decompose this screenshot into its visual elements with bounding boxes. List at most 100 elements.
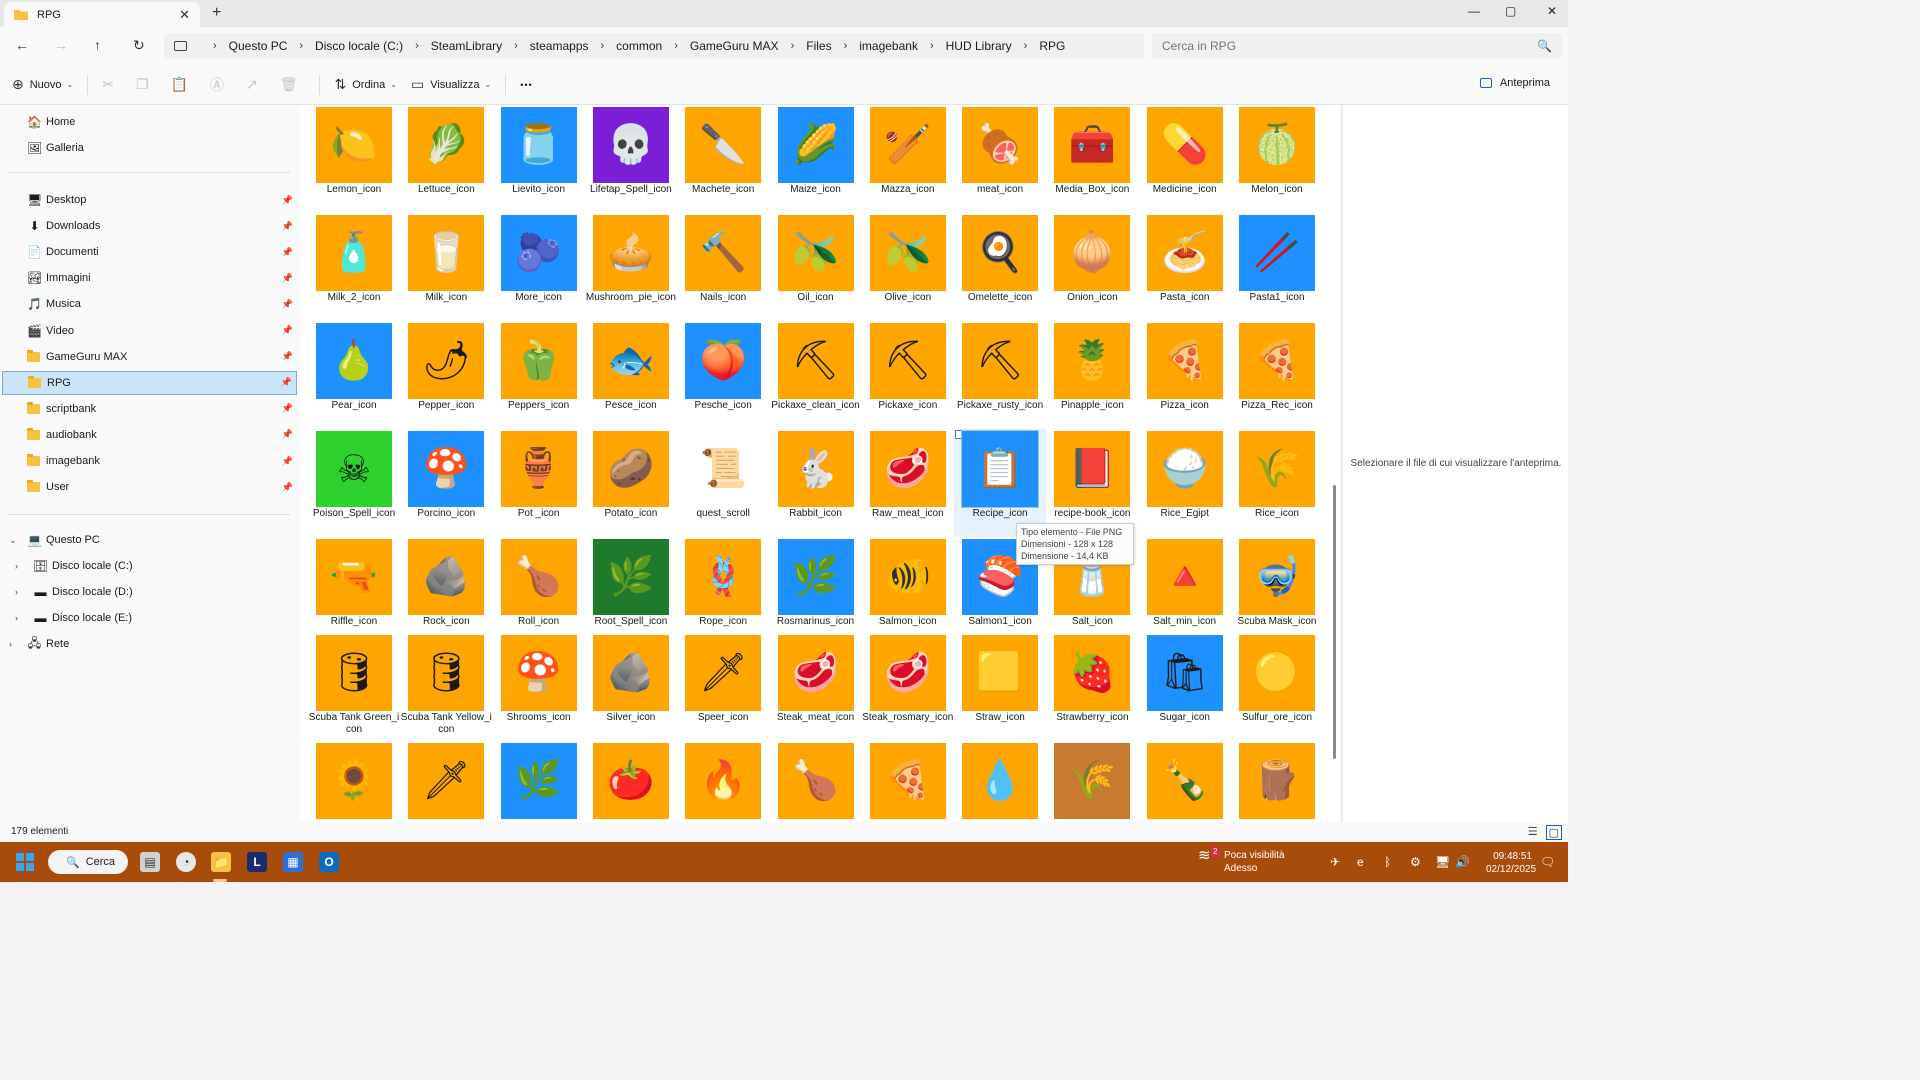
file-item[interactable]: 🫑 Peppers_icon	[493, 321, 585, 429]
search-input[interactable]	[1162, 39, 1538, 53]
file-item[interactable]: 🥛 Milk_icon	[400, 213, 492, 321]
file-item[interactable]: 📜 quest_scroll	[677, 429, 769, 537]
file-item[interactable]: 🐇 Rabbit_icon	[770, 429, 862, 537]
file-item[interactable]: 🍈 Melon_icon	[1231, 105, 1323, 213]
chevron-right-icon[interactable]: ›	[213, 40, 217, 52]
chevron-right-icon[interactable]: ›	[844, 40, 848, 52]
chevron-right-icon[interactable]: ›	[791, 40, 795, 52]
details-view-icon[interactable]: ☰	[1528, 825, 1538, 840]
file-item[interactable]: 💊 Medicine_icon	[1139, 105, 1231, 213]
taskbar-search[interactable]: 🔍 Cerca	[48, 850, 128, 874]
large-icons-view-icon[interactable]: ▢	[1545, 825, 1562, 840]
file-item[interactable]: 🍄 Porcino_icon	[400, 429, 492, 537]
file-item[interactable]: 🍕 Pizza_Rec_icon	[1231, 321, 1323, 429]
file-item[interactable]: 🔪 Machete_icon	[677, 105, 769, 213]
breadcrumb-item[interactable]: Questo PC	[229, 39, 288, 53]
file-item[interactable]: 🌿	[493, 741, 585, 822]
file-item[interactable]: 🫐 More_icon	[493, 213, 585, 321]
file-item[interactable]: 🪨 Silver_icon	[585, 633, 677, 741]
file-item[interactable]: 🍗 Roll_icon	[493, 537, 585, 645]
forward-icon[interactable]: →	[54, 37, 68, 53]
close-window-button[interactable]: ✕	[1547, 4, 1557, 18]
sidebar-item[interactable]: audiobank 📌	[2, 423, 297, 447]
sidebar-item[interactable]: 🎬 Video 📌	[2, 319, 297, 343]
file-item[interactable]: 🍗	[770, 741, 862, 822]
sidebar-item[interactable]: imagebank 📌	[2, 449, 297, 473]
share-icon[interactable]: ↗	[246, 76, 258, 93]
breadcrumb-item[interactable]: HUD Library	[946, 39, 1012, 53]
breadcrumb-item[interactable]: GameGuru MAX	[690, 39, 779, 53]
file-item[interactable]: 🔨 Nails_icon	[677, 213, 769, 321]
sidebar-item[interactable]: ⌄ 💻 Questo PC	[2, 528, 297, 552]
address-bar[interactable]: › Questo PC › Disco locale (C:) › SteamLibrar…	[164, 33, 1144, 59]
file-item[interactable]: 🪨 Rock_icon	[400, 537, 492, 645]
clock-app-icon[interactable]: ◔	[176, 852, 196, 872]
file-item[interactable]: ⛏ Pickaxe_icon	[862, 321, 954, 429]
pin-icon[interactable]: 📌	[282, 482, 293, 493]
view-button[interactable]: ▭ Visualizza ⌄	[411, 76, 491, 93]
edge-icon[interactable]: e	[1357, 855, 1364, 869]
file-item[interactable]: 🥔 Potato_icon	[585, 429, 677, 537]
expand-chevron-icon[interactable]: ›	[9, 639, 12, 649]
sidebar-item[interactable]: › 🖧 Rete	[2, 632, 297, 656]
pin-icon[interactable]: 📌	[282, 403, 293, 414]
paste-icon[interactable]: 📋	[171, 76, 188, 93]
outlook-icon[interactable]: O	[319, 852, 339, 872]
file-item[interactable]: 🥬 Lettuce_icon	[400, 105, 492, 213]
file-item[interactable]: 💧	[954, 741, 1046, 822]
file-item[interactable]: 🪵	[1231, 741, 1323, 822]
file-item[interactable]: 🌿 Rosmarinus_icon	[770, 537, 862, 645]
file-item[interactable]: 🟨 Straw_icon	[954, 633, 1046, 741]
file-item[interactable]: 🍍 Pinapple_icon	[1046, 321, 1138, 429]
file-item[interactable]: 🍝 Pasta_icon	[1139, 213, 1231, 321]
pin-icon[interactable]: 📌	[282, 351, 293, 362]
expand-chevron-icon[interactable]: ›	[15, 587, 18, 597]
file-item[interactable]: 🌻	[308, 741, 400, 822]
breadcrumb-item[interactable]: common	[616, 39, 662, 53]
cut-icon[interactable]: ✂	[102, 76, 114, 93]
file-item[interactable]: 🫒 Oil_icon	[770, 213, 862, 321]
chevron-right-icon[interactable]: ›	[930, 40, 934, 52]
file-item[interactable]: 🍕	[862, 741, 954, 822]
file-item[interactable]: 🥢 Pasta1_icon	[1231, 213, 1323, 321]
search-box[interactable]: 🔍	[1152, 33, 1562, 59]
file-item[interactable]: 📕 recipe-book_icon	[1046, 429, 1138, 537]
file-item[interactable]: 🧅 Onion_icon	[1046, 213, 1138, 321]
expand-chevron-icon[interactable]: ⌄	[9, 535, 17, 546]
file-item[interactable]: 🥩 Steak_rosmary_icon	[862, 633, 954, 741]
tray-app-icon[interactable]: ✈	[1330, 855, 1340, 869]
file-item[interactable]: 🥧 Mushroom_pie_icon	[585, 213, 677, 321]
pin-icon[interactable]: 📌	[282, 299, 293, 310]
expand-chevron-icon[interactable]: ›	[15, 561, 18, 571]
settings-tray-icon[interactable]: ⚙	[1410, 855, 1421, 869]
file-item[interactable]: 🌿 Root_Spell_icon	[585, 537, 677, 645]
file-item[interactable]: 🍑 Pesche_icon	[677, 321, 769, 429]
file-item[interactable]: 🍚 Rice_Egipt	[1139, 429, 1231, 537]
breadcrumb-item[interactable]: Files	[806, 39, 831, 53]
pin-icon[interactable]: 📌	[282, 325, 293, 336]
back-icon[interactable]: ←	[15, 37, 29, 53]
l-app-icon[interactable]: L	[247, 852, 267, 872]
minimize-button[interactable]: —	[1468, 4, 1480, 18]
sidebar-item[interactable]: GameGuru MAX 📌	[2, 345, 297, 369]
pin-icon[interactable]: 📌	[282, 247, 293, 258]
pin-icon[interactable]: 📌	[282, 273, 293, 284]
bluetooth-icon[interactable]: ᛒ	[1384, 855, 1391, 869]
chevron-right-icon[interactable]: ›	[514, 40, 518, 52]
file-item[interactable]: 🛢 Scuba Tank Yellow_icon	[400, 633, 492, 741]
file-item[interactable]: 🏏 Mazza_icon	[862, 105, 954, 213]
delete-icon[interactable]: 🗑	[280, 76, 298, 93]
file-item[interactable]: 🔺 Salt_min_icon	[1139, 537, 1231, 645]
notification-icon[interactable]: 🗨	[1540, 855, 1555, 869]
file-item[interactable]: 🫒 Olive_icon	[862, 213, 954, 321]
rename-icon[interactable]: Ⓐ	[210, 75, 224, 95]
file-item[interactable]: 🗡 Speer_icon	[677, 633, 769, 741]
more-options-icon[interactable]: •••	[520, 80, 532, 90]
file-item[interactable]: 💀 Lifetap_Spell_icon	[585, 105, 677, 213]
breadcrumb-item[interactable]: SteamLibrary	[431, 39, 502, 53]
close-tab-icon[interactable]: ✕	[179, 7, 190, 23]
maximize-button[interactable]: ▢	[1505, 4, 1516, 18]
file-item[interactable]: 🐠 Salmon_icon	[862, 537, 954, 645]
sidebar-item[interactable]: › ▬ Disco locale (D:)	[2, 580, 297, 604]
sidebar-item[interactable]: scriptbank 📌	[2, 397, 297, 421]
